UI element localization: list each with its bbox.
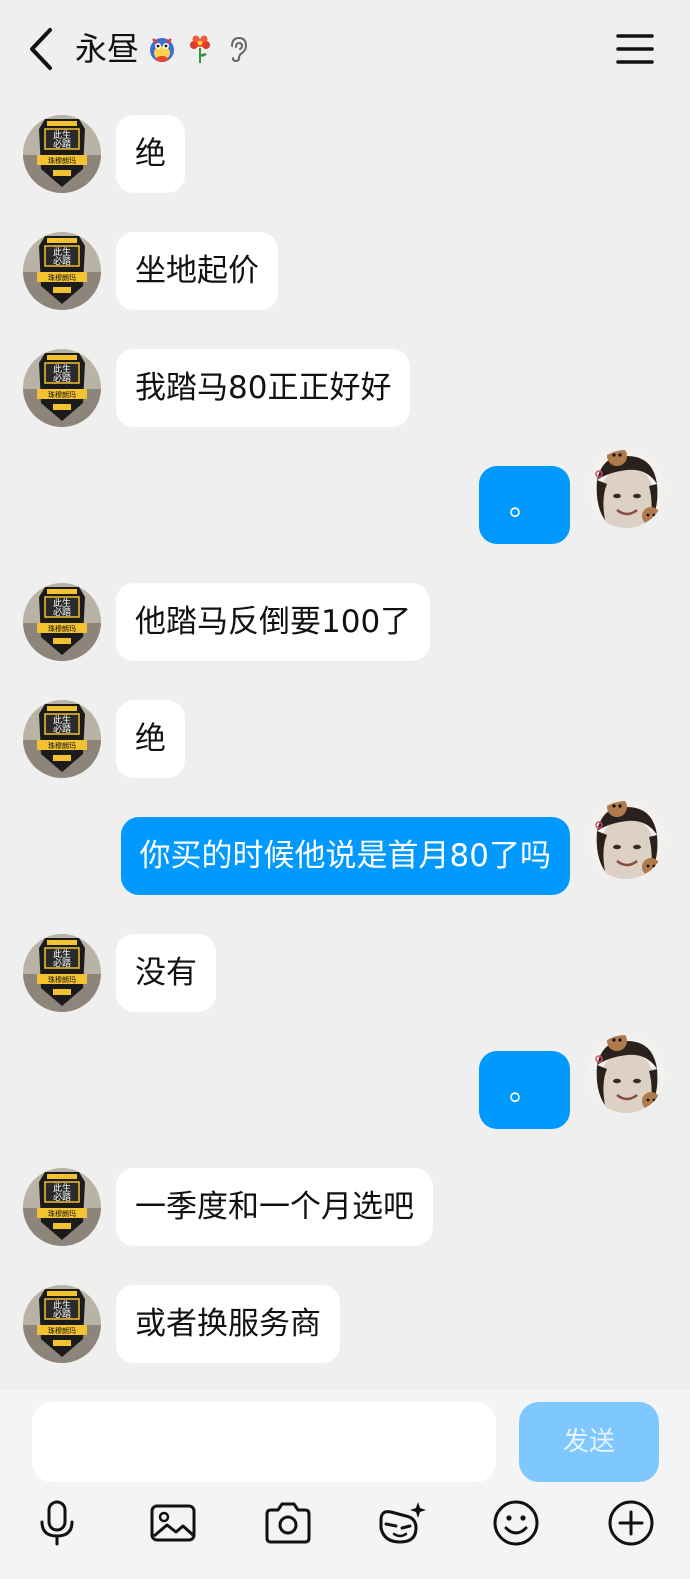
message-bubble[interactable]: 我踏马80正正好好 xyxy=(116,349,411,427)
microphone-icon[interactable] xyxy=(32,1498,82,1548)
message-bubble[interactable]: 一季度和一个月选吧 xyxy=(116,1168,433,1246)
emoji-icon[interactable] xyxy=(491,1498,541,1548)
contact-avatar[interactable] xyxy=(23,115,101,193)
contact-avatar[interactable] xyxy=(23,1168,101,1246)
camera-icon[interactable] xyxy=(263,1498,313,1548)
self-avatar[interactable] xyxy=(587,801,665,879)
contact-avatar[interactable] xyxy=(23,1285,101,1363)
back-icon[interactable] xyxy=(24,26,58,72)
message-bubble[interactable]: 你买的时候他说是首月80了吗 xyxy=(120,817,570,895)
message-bubble[interactable]: 。 xyxy=(479,1051,570,1129)
contact-avatar[interactable] xyxy=(23,934,101,1012)
menu-icon[interactable] xyxy=(616,30,654,68)
flower-badge-icon xyxy=(190,35,211,63)
plus-icon[interactable] xyxy=(606,1498,656,1548)
message-bubble[interactable]: 或者换服务商 xyxy=(116,1285,340,1363)
message-bubble[interactable]: 。 xyxy=(479,466,570,544)
message-bubble[interactable]: 他踏马反倒要100了 xyxy=(116,583,431,661)
message-bubble[interactable]: 绝 xyxy=(116,115,185,193)
message-list[interactable]: 绝 坐地起价 我踏马80正正好好 。 他踏马反倒要100了 绝 你买的时候他说是… xyxy=(0,96,690,1390)
chat-header: 永昼 xyxy=(0,0,690,96)
contact-avatar[interactable] xyxy=(23,232,101,310)
title-group[interactable]: 永昼 xyxy=(75,26,253,72)
sticker-icon[interactable] xyxy=(376,1498,426,1548)
message-bubble[interactable]: 绝 xyxy=(116,700,185,778)
image-icon[interactable] xyxy=(148,1498,198,1548)
qq-mascot-badge-icon xyxy=(150,38,175,62)
ear-icon[interactable] xyxy=(223,34,253,64)
message-bubble[interactable]: 没有 xyxy=(116,934,216,1012)
send-button[interactable]: 发送 xyxy=(519,1402,659,1482)
self-avatar[interactable] xyxy=(587,450,665,528)
message-bubble[interactable]: 坐地起价 xyxy=(116,232,278,310)
message-input[interactable] xyxy=(32,1402,496,1482)
contact-avatar[interactable] xyxy=(23,349,101,427)
composer-toolbar xyxy=(0,1488,690,1558)
self-avatar[interactable] xyxy=(587,1035,665,1113)
composer: 发送 xyxy=(0,1390,690,1579)
contact-avatar[interactable] xyxy=(23,700,101,778)
contact-avatar[interactable] xyxy=(23,583,101,661)
chat-title: 永昼 xyxy=(75,30,140,68)
